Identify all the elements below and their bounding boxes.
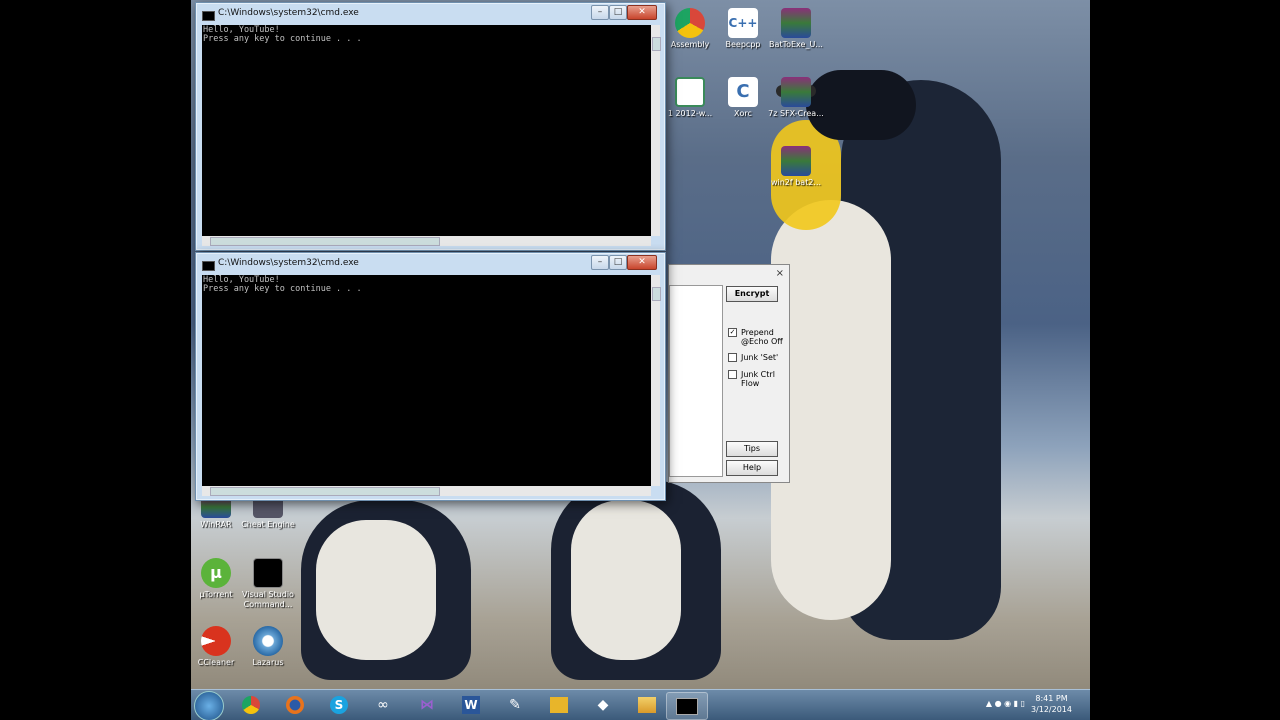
minimize-button[interactable]: – bbox=[591, 255, 609, 270]
cmd-window-2[interactable]: C:\Windows\system32\cmd.exe – □ ✕ Hello,… bbox=[195, 252, 666, 501]
winrar-archive-icon bbox=[781, 146, 811, 176]
taskbar-file-manager-icon[interactable] bbox=[539, 692, 579, 718]
chrome-icon bbox=[675, 8, 705, 38]
title-bar[interactable]: C:\Windows\system32\cmd.exe – □ ✕ bbox=[196, 253, 665, 275]
dialog-text-pane[interactable] bbox=[669, 285, 723, 477]
clock[interactable]: 8:41 PM 3/12/2014 bbox=[1031, 693, 1072, 715]
cmd-icon bbox=[202, 261, 215, 271]
desktop-icon-lazarus[interactable]: Lazarus bbox=[238, 626, 298, 668]
taskbar-firefox-icon[interactable] bbox=[275, 692, 315, 718]
prepend-echo-off-checkbox[interactable]: ✓ Prepend @Echo Off bbox=[728, 328, 787, 346]
maximize-button[interactable]: □ bbox=[609, 5, 627, 20]
ccleaner-icon bbox=[201, 626, 231, 656]
desktop-icon-cheat-engine[interactable]: Cheat Engine bbox=[238, 496, 298, 530]
maximize-button[interactable]: □ bbox=[609, 255, 627, 270]
clock-time: 8:41 PM bbox=[1035, 694, 1068, 703]
taskbar-command-prompt-icon[interactable] bbox=[666, 692, 708, 720]
taskbar-visual-studio-icon[interactable]: ⋈ bbox=[407, 692, 447, 718]
vertical-scrollbar[interactable] bbox=[651, 25, 661, 236]
desktop-icon-cpp[interactable]: C++ Beepcpp bbox=[713, 8, 773, 50]
taskbar-skype-icon[interactable]: S bbox=[319, 692, 359, 718]
desktop: Assembly C++ Beepcpp BatToExe_U... 1 201… bbox=[191, 0, 1090, 720]
desktop-icon-doc[interactable]: 1 2012-w... bbox=[660, 77, 720, 119]
desktop-icon-winrar-bat2[interactable]: win2f bat2... bbox=[766, 146, 826, 188]
junk-ctrl-flow-checkbox[interactable]: Junk Ctrl Flow bbox=[728, 370, 783, 388]
encrypt-button[interactable]: Encrypt bbox=[726, 286, 778, 302]
desktop-icon-winrar-battoexe[interactable]: BatToExe_U... bbox=[766, 8, 826, 50]
cmd-window-1[interactable]: C:\Windows\system32\cmd.exe – □ ✕ Hello,… bbox=[195, 2, 666, 251]
winrar-archive-icon bbox=[781, 77, 811, 107]
option-label: Junk Ctrl Flow bbox=[741, 370, 775, 388]
desktop-icon-c[interactable]: C Xorc bbox=[713, 77, 773, 119]
close-button[interactable]: ✕ bbox=[627, 5, 657, 20]
desktop-icon-vs-command[interactable]: Visual Studio Command... bbox=[238, 558, 298, 610]
taskbar-cheat-engine-icon[interactable]: ◆ bbox=[583, 692, 623, 718]
horizontal-scrollbar[interactable] bbox=[202, 236, 651, 246]
help-button[interactable]: Help bbox=[726, 460, 778, 476]
desktop-icon-chrome-assembly[interactable]: Assembly bbox=[660, 8, 720, 50]
title-bar[interactable]: C:\Windows\system32\cmd.exe – □ ✕ bbox=[196, 3, 665, 25]
window-title: C:\Windows\system32\cmd.exe bbox=[218, 8, 359, 18]
minimize-button[interactable]: – bbox=[591, 5, 609, 20]
close-button[interactable]: ✕ bbox=[627, 255, 657, 270]
option-label: Junk 'Set' bbox=[741, 353, 779, 362]
clock-date: 3/12/2014 bbox=[1030, 705, 1072, 714]
command-prompt-icon bbox=[253, 558, 283, 588]
lazarus-gear-icon bbox=[253, 626, 283, 656]
dialog-close-button[interactable]: × bbox=[776, 268, 784, 279]
taskbar-game-controller-icon[interactable]: ∞ bbox=[363, 692, 403, 718]
window-title: C:\Windows\system32\cmd.exe bbox=[218, 258, 359, 268]
console-output[interactable]: Hello, YouTube! Press any key to continu… bbox=[202, 275, 651, 486]
c-file-icon: C bbox=[728, 77, 758, 107]
winrar-archive-icon bbox=[781, 8, 811, 38]
utorrent-icon: µ bbox=[201, 558, 231, 588]
vertical-scrollbar[interactable] bbox=[651, 275, 661, 486]
taskbar: S ∞ ⋈ W ✎ ◆ ▲ ● ◉ ▮ ▯ 8:41 PM 3/12/2014 bbox=[191, 689, 1090, 720]
start-button[interactable] bbox=[194, 691, 224, 720]
cpp-file-icon: C++ bbox=[728, 8, 758, 38]
desktop-icon-winrar-7z[interactable]: 7z SFX-Crea... bbox=[766, 77, 826, 119]
taskbar-chrome-icon[interactable] bbox=[231, 692, 271, 718]
taskbar-word-icon[interactable]: W bbox=[451, 692, 491, 718]
horizontal-scrollbar[interactable] bbox=[202, 486, 651, 496]
option-label: Prepend @Echo Off bbox=[741, 328, 783, 346]
taskbar-notepadpp-icon[interactable]: ✎ bbox=[495, 692, 535, 718]
tips-button[interactable]: Tips bbox=[726, 441, 778, 457]
taskbar-explorer-icon[interactable] bbox=[627, 692, 667, 718]
encrypt-dialog: × Encrypt ✓ Prepend @Echo Off Junk 'Set' … bbox=[668, 264, 790, 483]
console-output[interactable]: Hello, YouTube! Press any key to continu… bbox=[202, 25, 651, 236]
penguin-mid-belly bbox=[571, 500, 681, 660]
cmd-icon bbox=[202, 11, 215, 21]
penguin-left-belly bbox=[316, 520, 436, 660]
junk-set-checkbox[interactable]: Junk 'Set' bbox=[728, 353, 778, 362]
system-tray[interactable]: ▲ ● ◉ ▮ ▯ bbox=[986, 699, 1025, 708]
checkmark-icon: ✓ bbox=[728, 328, 737, 337]
document-icon bbox=[675, 77, 705, 107]
